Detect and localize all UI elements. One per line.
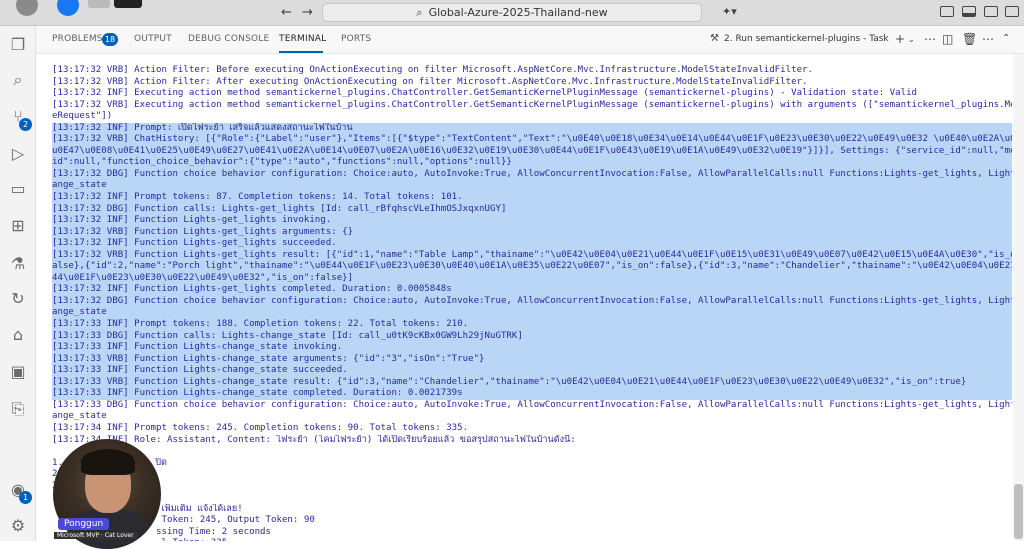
git-history-icon[interactable]: ↻ [7, 288, 29, 310]
terminal-line: ange_state [52, 180, 1012, 192]
explorer-icon[interactable]: ❐ [7, 34, 29, 56]
terminal-line: ange_state [52, 411, 107, 422]
terminal-line: [13:17:32 INF] Function Lights-get_light… [52, 238, 1012, 250]
new-terminal-plus-icon[interactable]: + [895, 32, 905, 46]
problems-count-badge: 18 [102, 33, 118, 46]
terminal-line: [13:17:33 INF] Prompt tokens: 188. Compl… [52, 319, 1012, 331]
terminal-line: Token: 245, Output Token: 90 [52, 515, 315, 526]
terminal-line: [13:17:33 INF] Function Lights-change_st… [52, 388, 1012, 400]
command-center-search[interactable]: ⌕ Global-Azure-2025-Thailand-new [322, 3, 702, 22]
terminal-line: [13:17:32 DBG] Function calls: Lights-ge… [52, 203, 1012, 216]
back-arrow-icon[interactable]: ← [281, 5, 292, 20]
terminal-line: ange_state [52, 307, 1012, 319]
terminal-line: [13:17:32 INF] Prompt tokens: 87. Comple… [52, 192, 1012, 204]
kill-terminal-trash-icon[interactable]: 🗑 [962, 32, 977, 46]
toggle-secondary-sidebar-icon[interactable] [984, 6, 998, 17]
toggle-sidebar-icon[interactable] [940, 6, 954, 17]
maximize-panel-chevron-icon[interactable]: ⌃ [1002, 33, 1010, 44]
manage-gear-icon[interactable]: ⚙ [7, 515, 29, 537]
tab-output[interactable]: OUTPUT [134, 34, 172, 44]
terminal-line: [13:17:32 VRB] Function Lights-get_light… [52, 226, 1012, 239]
terminal-line: [13:17:32 VRB] Action Filter: After exec… [52, 76, 808, 87]
terminal-line: [13:17:32 INF] Function Lights-get_light… [52, 215, 1012, 227]
facebook-icon[interactable] [57, 0, 79, 16]
terminal-scrollbar[interactable] [1013, 54, 1024, 541]
run-debug-icon[interactable]: ▷ [7, 143, 29, 165]
terminal-line: [13:17:33 VRB] Function Lights-change_st… [52, 353, 1012, 366]
window-tab-thumb-icon[interactable] [88, 0, 110, 8]
bookmarks-icon[interactable]: ⌂ [7, 324, 29, 346]
terminal-line: id":null,"function_choice_behavior":{"ty… [52, 157, 1012, 169]
tab-ports[interactable]: PORTS [341, 34, 371, 44]
copilot-icon[interactable]: ✦▾ [722, 5, 737, 18]
terminal-line: 2. ** [52, 469, 1012, 481]
terminal-line: [13:17:33 VRB] Function Lights-change_st… [52, 376, 1012, 389]
scrollbar-thumb[interactable] [1014, 484, 1023, 539]
search-icon: ⌕ [416, 5, 423, 19]
terminal-line: ssing Time: 2 seconds [52, 526, 271, 537]
terminal-line: [13:17:32 DBG] Function choice behavior … [52, 168, 1012, 181]
extensions-icon[interactable]: ⊞ [7, 215, 29, 237]
terminal-line: 1. **โคมไฟตั้งโต๊ะ**: ปิด [52, 457, 167, 468]
active-tab-indicator [279, 51, 323, 53]
tab-problems[interactable]: PROBLEMS [52, 34, 103, 44]
webcam-subtitle: Microsoft MVP · Cat Lover [54, 532, 137, 539]
task-tool-icon: ⚒ [710, 33, 719, 44]
more-actions-icon[interactable]: ⋯ [924, 32, 936, 46]
tab-debug-console[interactable]: DEBUG CONSOLE [188, 34, 269, 44]
terminal-line: [13:17:32 VRB] Executing action method s… [52, 99, 1012, 110]
docker-icon[interactable]: ▣ [7, 361, 29, 383]
toggle-panel-icon[interactable] [962, 6, 976, 17]
customize-layout-icon[interactable] [1005, 6, 1019, 17]
chevron-down-icon[interactable]: ⌄ [908, 35, 915, 44]
tab-terminal[interactable]: TERMINAL [279, 34, 326, 44]
terminal-line: [13:17:34 INF] Prompt tokens: 245. Compl… [52, 422, 469, 433]
webcam-name-label: Ponggun [58, 518, 110, 530]
terminal-instance-name[interactable]: 2. Run semantickernel-plugins - Task [724, 34, 889, 44]
remote-explorer-icon[interactable]: ▭ [7, 178, 29, 200]
terminal-line: [13:17:32 VRB] ChatHistory: [{"Role":{"L… [52, 134, 1012, 146]
window-tab-thumb-icon[interactable] [114, 0, 142, 8]
search-icon[interactable]: ⌕ [7, 69, 29, 91]
source-control-badge: 2 [19, 118, 32, 131]
window-close-dot-icon[interactable] [16, 0, 38, 16]
terminal-line: u0E47\u0E08\u0E41\u0E25\u0E49\u0E27\u0E4… [52, 145, 1012, 157]
terminal-line: [13:17:32 VRB] Action Filter: Before exe… [52, 65, 814, 75]
activity-bar: ❐ ⌕ ⑂ 2 ▷ ▭ ⊞ ⚗ ↻ ⌂ ▣ ⎘ ◉ 1 ⚙ [0, 26, 36, 541]
terminal-line: [13:17:33 DBG] Function choice behavior … [52, 399, 1012, 410]
terminal-line: [13:17:32 INF] Function Lights-get_light… [52, 284, 1012, 296]
title-bar: ← → ⌕ Global-Azure-2025-Thailand-new ✦▾ [0, 0, 1024, 26]
forward-arrow-icon[interactable]: → [302, 5, 313, 20]
terminal-line: [13:17:33 INF] Function Lights-change_st… [52, 365, 1012, 377]
terminal-line: [13:17:32 INF] Executing action method s… [52, 88, 918, 99]
terminal-line: [13:17:33 INF] Function Lights-change_st… [52, 342, 1012, 354]
terminal-line: alse},{"id":2,"name":"Porch light","thai… [52, 261, 1012, 273]
output-panel-icon[interactable]: ⎘ [7, 398, 29, 420]
account-badge: 1 [19, 491, 32, 504]
terminal-line: eRequest"]) [52, 111, 113, 122]
terminal-line: [13:17:34 INF] Role: Assistant, Content:… [52, 434, 576, 445]
panel-header: PROBLEMS 18 OUTPUT DEBUG CONSOLE TERMINA… [36, 26, 1024, 54]
more-options-icon[interactable]: ⋯ [982, 32, 994, 46]
testing-icon[interactable]: ⚗ [7, 253, 29, 275]
terminal-line: [13:17:33 DBG] Function calls: Lights-ch… [52, 330, 1012, 343]
terminal-line: เพิ่มเติม แจ้งได้เลย! [161, 503, 243, 514]
terminal-line: 44\u0E1F\u0E23\u0E30\u0E22\u0E49\u0E32",… [52, 272, 1012, 285]
search-text: Global-Azure-2025-Thailand-new [428, 6, 608, 19]
split-terminal-icon[interactable]: ◫ [942, 32, 953, 46]
terminal-line: [13:17:32 INF] Prompt: เปิดไฟระย้า เสร็จ… [52, 122, 1012, 135]
terminal-line: [13:17:32 VRB] Function Lights-get_light… [52, 249, 1012, 261]
terminal-output[interactable]: [13:17:32 VRB] Action Filter: Before exe… [36, 54, 1012, 541]
terminal-line: [13:17:32 DBG] Function choice behavior … [52, 295, 1012, 308]
terminal-line: 3. ** [52, 481, 1012, 493]
